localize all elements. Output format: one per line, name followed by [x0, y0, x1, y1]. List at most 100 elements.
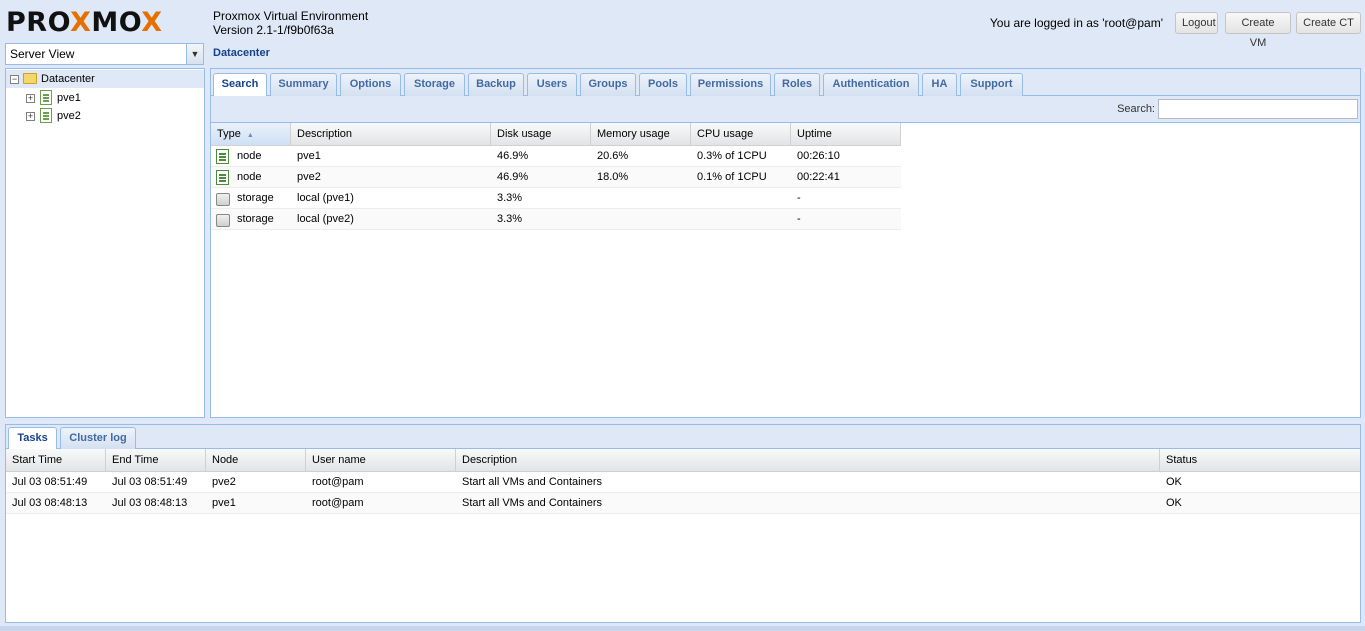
column-header-uptime[interactable]: Uptime	[791, 123, 901, 145]
cell-uptime: -	[797, 192, 801, 204]
cell-description: Start all VMs and Containers	[462, 497, 603, 509]
tab-summary[interactable]: Summary	[270, 73, 337, 96]
task-row[interactable]: Jul 03 08:51:49 Jul 03 08:51:49 pve2 roo…	[6, 472, 1360, 493]
collapse-icon[interactable]: −	[10, 75, 19, 84]
cell-description: local (pve2)	[297, 213, 354, 225]
tasks-grid-header: Start Time End Time Node User name Descr…	[6, 449, 1360, 472]
column-header-node[interactable]: Node	[206, 449, 306, 471]
expand-icon[interactable]: +	[26, 112, 35, 121]
tab-ha[interactable]: HA	[922, 73, 957, 96]
tree-item-datacenter[interactable]: − Datacenter	[6, 70, 204, 88]
column-header-status[interactable]: Status	[1160, 449, 1360, 471]
cell-cpu-usage	[691, 209, 791, 229]
tab-permissions[interactable]: Permissions	[690, 73, 771, 96]
tree-item-label: Datacenter	[41, 73, 95, 85]
column-header-description[interactable]: Description	[456, 449, 1160, 471]
task-row[interactable]: Jul 03 08:48:13 Jul 03 08:48:13 pve1 roo…	[6, 493, 1360, 514]
column-header-disk-usage[interactable]: Disk usage	[491, 123, 591, 145]
cell-uptime: 00:22:41	[797, 171, 840, 183]
sort-asc-icon: ▲	[246, 132, 254, 139]
cell-user-name: root@pam	[312, 497, 364, 509]
cell-cpu-usage: 0.3% of 1CPU	[697, 150, 767, 162]
column-header-description[interactable]: Description	[291, 123, 491, 145]
view-selector[interactable]: Server View ▼	[5, 43, 204, 65]
cell-memory-usage: 20.6%	[597, 150, 629, 162]
search-input[interactable]	[1158, 99, 1358, 119]
main-panel: Search Summary Options Storage Backup Us…	[210, 68, 1361, 418]
column-header-start-time[interactable]: Start Time	[6, 449, 106, 471]
cell-type: node	[237, 171, 262, 183]
column-header-user-name[interactable]: User name	[306, 449, 456, 471]
cell-description: local (pve1)	[297, 192, 354, 204]
column-header-type[interactable]: Type ▲	[211, 123, 291, 145]
cell-type: storage	[237, 213, 274, 225]
top-header: PROXMOX Proxmox Virtual Environment Vers…	[0, 0, 1365, 49]
cell-start-time: Jul 03 08:48:13	[12, 497, 88, 509]
tab-options[interactable]: Options	[340, 73, 401, 96]
tree-item-label: pve2	[57, 110, 81, 122]
tab-users[interactable]: Users	[527, 73, 577, 96]
cell-description: pve2	[297, 171, 321, 183]
cell-disk-usage: 3.3%	[497, 213, 523, 225]
proxmox-logo: PROXMOX	[6, 7, 163, 38]
tab-cluster-log[interactable]: Cluster log	[60, 427, 136, 449]
logout-button[interactable]: Logout	[1175, 12, 1218, 34]
tab-bar: Search Summary Options Storage Backup Us…	[211, 69, 1360, 97]
app-name: Proxmox Virtual Environment	[213, 9, 369, 23]
tab-search[interactable]: Search	[213, 73, 267, 97]
cell-description: pve1	[297, 150, 321, 162]
cell-type: storage	[237, 192, 274, 204]
cell-memory-usage: 18.0%	[597, 171, 629, 183]
cell-start-time: Jul 03 08:51:49	[12, 476, 88, 488]
cell-uptime: 00:26:10	[797, 150, 840, 162]
view-selector-value: Server View	[10, 47, 75, 61]
cell-node: pve2	[212, 476, 236, 488]
cell-user-name: root@pam	[312, 476, 364, 488]
cell-status: OK	[1166, 476, 1182, 488]
tree-item-label: pve1	[57, 92, 81, 104]
cell-disk-usage: 46.9%	[497, 150, 529, 162]
column-header-memory-usage[interactable]: Memory usage	[591, 123, 691, 145]
content-title: Datacenter	[213, 47, 270, 59]
tree-item-pve1[interactable]: + pve1	[6, 89, 204, 107]
table-row[interactable]: node pve2 46.9% 18.0% 0.1% of 1CPU 00:22…	[211, 167, 901, 188]
tab-pools[interactable]: Pools	[639, 73, 687, 96]
log-tab-bar: Tasks Cluster log	[6, 425, 1360, 450]
expand-icon[interactable]: +	[26, 94, 35, 103]
cell-end-time: Jul 03 08:48:13	[112, 497, 188, 509]
table-row[interactable]: storage local (pve2) 3.3% -	[211, 209, 901, 230]
cell-memory-usage	[591, 188, 691, 208]
chevron-down-icon[interactable]: ▼	[186, 44, 203, 64]
resource-grid-header: Type ▲ Description Disk usage Memory usa…	[211, 123, 901, 146]
search-toolbar: Search:	[211, 96, 1360, 123]
table-row[interactable]: node pve1 46.9% 20.6% 0.3% of 1CPU 00:26…	[211, 146, 901, 167]
search-label: Search:	[1117, 103, 1155, 115]
cell-end-time: Jul 03 08:51:49	[112, 476, 188, 488]
tab-authentication[interactable]: Authentication	[823, 73, 919, 96]
cell-uptime: -	[797, 213, 801, 225]
column-header-cpu-usage[interactable]: CPU usage	[691, 123, 791, 145]
tab-roles[interactable]: Roles	[774, 73, 820, 96]
server-icon	[40, 108, 52, 123]
create-ct-button[interactable]: Create CT	[1296, 12, 1361, 34]
tab-storage[interactable]: Storage	[404, 73, 465, 96]
tab-support[interactable]: Support	[960, 73, 1023, 96]
tab-groups[interactable]: Groups	[580, 73, 636, 96]
cell-cpu-usage: 0.1% of 1CPU	[697, 171, 767, 183]
cell-status: OK	[1166, 497, 1182, 509]
tab-tasks[interactable]: Tasks	[8, 427, 57, 450]
cell-memory-usage	[591, 209, 691, 229]
column-header-end-time[interactable]: End Time	[106, 449, 206, 471]
logged-in-text: You are logged in as 'root@pam'	[989, 16, 1163, 30]
table-row[interactable]: storage local (pve1) 3.3% -	[211, 188, 901, 209]
tree-item-pve2[interactable]: + pve2	[6, 107, 204, 125]
cell-cpu-usage	[691, 188, 791, 208]
tab-backup[interactable]: Backup	[468, 73, 524, 96]
app-title: Proxmox Virtual Environment Version 2.1-…	[213, 9, 368, 37]
app-version: Version 2.1-1/f9b0f63a	[213, 23, 334, 37]
log-panel: Tasks Cluster log Start Time End Time No…	[5, 424, 1361, 623]
server-icon	[40, 90, 52, 105]
folder-icon	[23, 73, 37, 84]
cell-description: Start all VMs and Containers	[462, 476, 603, 488]
create-vm-button[interactable]: Create VM	[1225, 12, 1291, 49]
